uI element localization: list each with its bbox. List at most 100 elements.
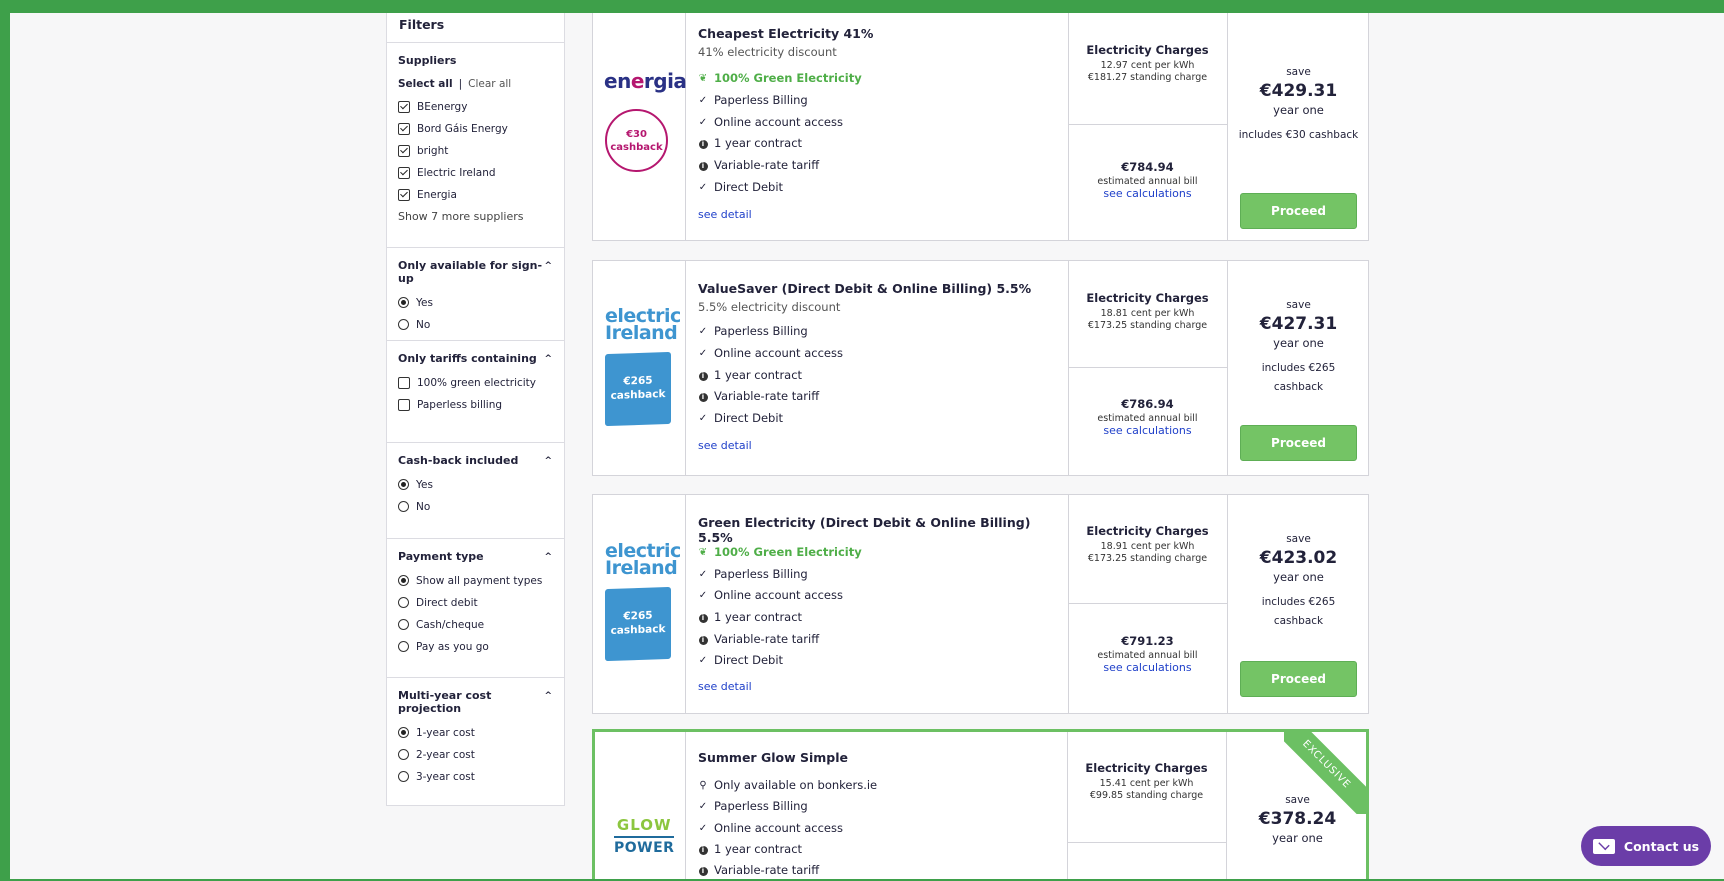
checkbox-checked-icon[interactable] <box>398 166 410 179</box>
checkbox-label: 100% green electricity <box>417 376 537 389</box>
includes-line: cashback <box>1273 615 1324 627</box>
payment-cash-radio[interactable]: Cash/cheque <box>398 618 553 631</box>
payment-direct-debit-radio[interactable]: Direct debit <box>398 596 553 609</box>
cashback-no-radio[interactable]: No <box>398 500 553 513</box>
radio-empty-icon[interactable] <box>398 597 409 608</box>
see-detail-link[interactable]: see detail <box>698 680 752 693</box>
save-label: save <box>1286 299 1311 311</box>
signup-no-radio[interactable]: No <box>398 318 553 331</box>
tariff-discount: 5.5% electricity discount <box>698 300 841 314</box>
proceed-button[interactable]: Proceed <box>1240 661 1357 697</box>
feature-label: Paperless Billing <box>714 567 808 581</box>
radio-selected-icon[interactable] <box>398 479 409 490</box>
projection-3yr-radio[interactable]: 3-year cost <box>398 770 553 783</box>
info-icon[interactable]: i <box>698 634 708 645</box>
feature-item: ✓ Paperless Billing <box>698 799 808 813</box>
select-all-link[interactable]: Select all <box>398 78 453 90</box>
show-more-suppliers-link[interactable]: Show 7 more suppliers <box>398 210 553 223</box>
radio-selected-icon[interactable] <box>398 297 409 308</box>
includes-line: cashback <box>1273 381 1324 393</box>
projection-1yr-radio[interactable]: 1-year cost <box>398 726 553 739</box>
see-detail-link[interactable]: see detail <box>698 439 752 452</box>
chevron-up-icon[interactable]: ^ <box>544 354 552 364</box>
save-period: year one <box>1273 336 1324 350</box>
check-icon: ✓ <box>698 181 708 193</box>
proceed-button[interactable]: Proceed <box>1240 193 1357 229</box>
feature-label: Paperless Billing <box>714 799 808 813</box>
proceed-button[interactable]: Proceed <box>1240 425 1357 461</box>
payment-payg-radio[interactable]: Pay as you go <box>398 640 553 653</box>
radio-empty-icon[interactable] <box>398 641 409 652</box>
radio-empty-icon[interactable] <box>398 319 409 330</box>
see-calculations-link[interactable]: see calculations <box>1068 661 1227 674</box>
chevron-up-icon[interactable]: ^ <box>544 691 552 701</box>
chevron-up-icon[interactable]: ^ <box>544 552 552 562</box>
contact-us-button[interactable]: Contact us <box>1581 826 1711 866</box>
savings-summary: save €427.31 year one includes €265 cashb… <box>1227 299 1370 397</box>
checkbox-empty-icon[interactable] <box>398 376 410 389</box>
feature-item: ✓ Online account access <box>698 115 843 129</box>
radio-empty-icon[interactable] <box>398 619 409 630</box>
radio-empty-icon[interactable] <box>398 501 409 512</box>
radio-empty-icon[interactable] <box>398 749 409 760</box>
cashback-badge: €265 cashback <box>605 586 671 662</box>
tariff-card: energia €30 cashback Cheapest Electricity… <box>592 13 1369 241</box>
chevron-up-icon[interactable]: ^ <box>544 456 552 466</box>
tariffs-title: Only tariffs containing <box>398 352 537 365</box>
supplier-checkbox-bord-gais[interactable]: Bord Gáis Energy <box>398 122 553 135</box>
select-separator: | <box>458 78 463 90</box>
checkbox-label: Paperless billing <box>417 398 503 411</box>
projection-section: Multi-year cost projection ^ 1-year cost… <box>387 678 564 795</box>
green-electricity-checkbox[interactable]: 100% green electricity <box>398 376 553 389</box>
info-icon[interactable]: i <box>698 138 708 149</box>
paperless-billing-checkbox[interactable]: Paperless billing <box>398 398 553 411</box>
supplier-checkbox-beenergy[interactable]: BEenergy <box>398 100 553 113</box>
checkbox-empty-icon[interactable] <box>398 398 410 411</box>
see-calculations-link[interactable]: see calculations <box>1068 187 1227 200</box>
radio-empty-icon[interactable] <box>398 771 409 782</box>
feature-label: Variable-rate tariff <box>714 389 820 403</box>
checkbox-checked-icon[interactable] <box>398 122 410 135</box>
tariff-name: Summer Glow Simple <box>698 750 848 765</box>
standing-charge: €99.85 standing charge <box>1089 790 1204 801</box>
signup-yes-radio[interactable]: Yes <box>398 296 553 309</box>
see-detail-link[interactable]: see detail <box>698 208 752 221</box>
tariff-card: electric Ireland €265 cashback Green Elect… <box>592 494 1369 714</box>
radio-label: 3-year cost <box>416 770 475 783</box>
info-icon[interactable]: i <box>698 160 708 171</box>
annual-bill: €791.23 estimated annual bill see calcul… <box>1068 634 1227 674</box>
logo-word: POWER <box>614 836 675 856</box>
chevron-up-icon[interactable]: ^ <box>544 261 552 271</box>
radio-selected-icon[interactable] <box>398 727 409 738</box>
supplier-checkbox-electric-ireland[interactable]: Electric Ireland <box>398 166 553 179</box>
tariffs-section: Only tariffs containing ^ 100% green ele… <box>387 341 564 443</box>
save-amount: €427.31 <box>1259 314 1338 334</box>
supplier-checkbox-bright[interactable]: bright <box>398 144 553 157</box>
tariff-details: ValueSaver (Direct Debit & Online Billin… <box>685 261 1069 475</box>
radio-label: No <box>416 500 431 513</box>
checkbox-checked-icon[interactable] <box>398 144 410 157</box>
clear-all-link[interactable]: Clear all <box>468 78 511 90</box>
info-icon[interactable]: i <box>698 865 708 876</box>
info-icon[interactable]: i <box>698 612 708 623</box>
radio-label: Yes <box>416 478 433 491</box>
check-icon: ✓ <box>698 116 708 128</box>
checkbox-checked-icon[interactable] <box>398 188 410 201</box>
radio-selected-icon[interactable] <box>398 575 409 586</box>
feature-item: ❦ 100% Green Electricity <box>698 71 862 85</box>
info-icon[interactable]: i <box>698 844 708 855</box>
info-icon[interactable]: i <box>698 391 708 402</box>
radio-label: Show all payment types <box>416 574 543 587</box>
projection-2yr-radio[interactable]: 2-year cost <box>398 748 553 761</box>
see-calculations-link[interactable]: see calculations <box>1068 424 1227 437</box>
annual-bill: €784.94 estimated annual bill see calcul… <box>1068 160 1227 200</box>
payment-section: Payment type ^ Show all payment types Di… <box>387 539 564 678</box>
info-icon[interactable]: i <box>698 370 708 381</box>
check-icon: ✓ <box>698 822 708 834</box>
checkbox-checked-icon[interactable] <box>398 100 410 113</box>
cashback-yes-radio[interactable]: Yes <box>398 478 553 491</box>
payment-all-radio[interactable]: Show all payment types <box>398 574 553 587</box>
feature-item: ✓ Paperless Billing <box>698 324 808 338</box>
supplier-checkbox-energia[interactable]: Energia <box>398 188 553 201</box>
feature-label: Only available on bonkers.ie <box>714 778 878 792</box>
